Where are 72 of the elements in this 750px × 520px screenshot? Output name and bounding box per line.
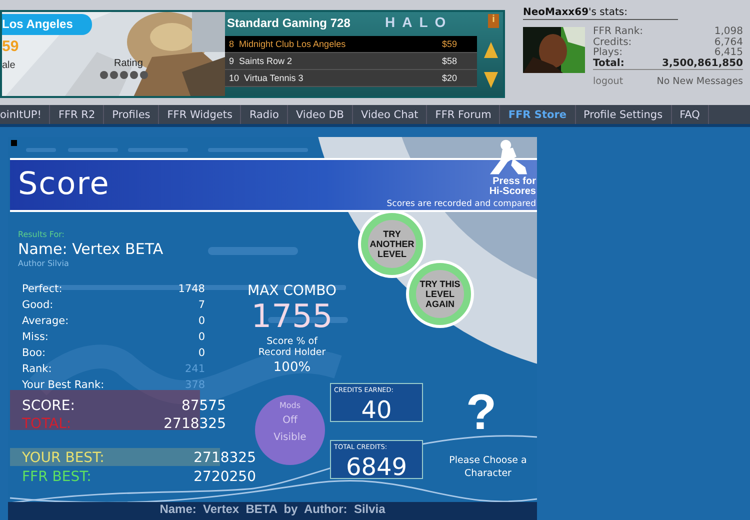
mods-text: Visible <box>272 431 308 445</box>
stat-label: Plays: <box>593 48 622 58</box>
stat-value: 1748 <box>178 282 205 297</box>
song-name: Name: Vertex BETA <box>18 239 164 260</box>
messages-text: No New Messages <box>656 76 743 87</box>
nav-link[interactable]: FFR Widgets <box>159 105 242 124</box>
nav-link[interactable]: Radio <box>241 105 288 124</box>
stat-label: Credits: <box>593 38 632 48</box>
marker-square <box>11 140 17 146</box>
nav-link[interactable]: oinItUP! <box>0 105 50 124</box>
total-value: 2720250 <box>194 468 256 486</box>
record-percent: 100% <box>272 359 312 377</box>
stat-value: 1,098 <box>714 27 743 38</box>
level-button[interactable]: TRY THIS LEVEL AGAIN <box>409 263 471 325</box>
nav-link[interactable]: FFR Forum <box>427 105 500 124</box>
stat-value: 0 <box>198 330 205 345</box>
stat-value: 7 <box>198 298 205 313</box>
total-label: YOUR BEST: <box>22 449 104 467</box>
total-label: TOTAL: <box>22 415 72 433</box>
total-value: 87575 <box>181 397 226 415</box>
list-item[interactable]: 8 Midnight Club Los Angeles $59 <box>225 36 477 53</box>
stat-label: Rank: <box>22 362 52 377</box>
nav-link[interactable]: FFR R2 <box>50 105 104 124</box>
character-text: Please Choose a Character <box>448 454 528 480</box>
stat-label: Good: <box>22 298 54 313</box>
hiscores-link[interactable]: Press for Hi-Scores <box>481 177 536 197</box>
record-text: Score % of <box>266 336 319 347</box>
stat-value: 3,500,861,850 <box>662 58 743 69</box>
level-button[interactable]: TRY ANOTHER LEVEL <box>361 213 423 275</box>
nav-link[interactable]: Video DB <box>288 105 353 124</box>
stat-label: Total: <box>593 58 624 69</box>
logo-text: HALO <box>385 14 453 30</box>
stat-value: 6,415 <box>714 48 743 58</box>
nav-link[interactable]: Video Chat <box>353 105 428 124</box>
stat-label: Perfect: <box>22 282 62 297</box>
note-text: Scores are recorded and compared <box>386 199 536 209</box>
stat-label: Average: <box>22 314 69 329</box>
total-label: FFR BEST: <box>22 468 92 486</box>
total-label: SCORE: <box>22 397 75 415</box>
banner-ad[interactable]: Los Angeles 59 ale Rating Standard Gaming 728 HALO i 8 Midnight Club Los Angeles $59 9 Saints Row 2 $58 10 Virtua Tennis 3 $20 <box>0 10 505 98</box>
record-text: Record Holder <box>257 347 327 358</box>
caption-text: ale <box>2 60 16 71</box>
author-text: Author Silvia <box>18 258 69 270</box>
nav-link[interactable]: FFR Store <box>500 105 576 124</box>
results-label: Results For: <box>18 229 64 241</box>
price-text: 59 <box>2 38 19 55</box>
stat-label: Your Best Rank: <box>22 378 104 393</box>
total-credits-value: 6849 <box>344 452 408 481</box>
mods-label: Mods <box>279 401 301 410</box>
question-mark[interactable]: ? <box>466 383 497 441</box>
stat-value: 6,764 <box>714 38 743 48</box>
mods-text: Off <box>282 414 299 428</box>
stats-heading: NeoMaxx69's stats: <box>523 7 678 20</box>
stat-value: 0 <box>198 314 205 329</box>
ad-title: Standard Gaming 728 <box>227 16 350 30</box>
total-value: 2718325 <box>164 415 226 433</box>
stat-label: FFR Rank: <box>593 27 643 37</box>
stat-value: 0 <box>198 346 205 361</box>
nav-link[interactable]: FAQ <box>672 105 709 124</box>
score-title: Score <box>18 165 110 204</box>
stat-label: Miss: <box>22 330 48 345</box>
credits-value: 40 <box>360 396 393 424</box>
stat-value: 241 <box>184 362 205 377</box>
footer-text: Name: Vertex BETA by Author: Silvia <box>8 502 537 520</box>
list-item[interactable]: 10 Virtua Tennis 3 $20 <box>225 70 477 87</box>
list-item[interactable]: 9 Saints Row 2 $58 <box>225 53 477 70</box>
total-value: 2718325 <box>194 449 256 467</box>
rating-label: Rating <box>114 58 143 69</box>
ad-tab: Los Angeles <box>2 14 92 35</box>
nav-link[interactable]: Profile Settings <box>576 105 672 124</box>
stat-label: Boo: <box>22 346 46 361</box>
nav-link[interactable]: Profiles <box>104 105 160 124</box>
